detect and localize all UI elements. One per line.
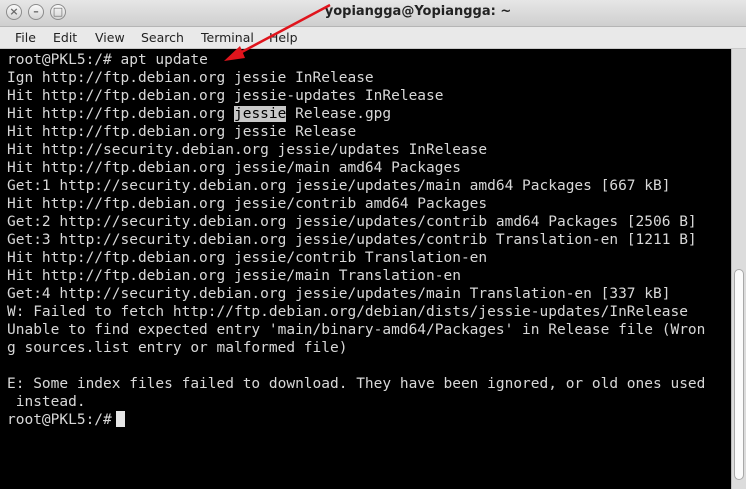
terminal-line: Hit http://ftp.debian.org jessie/main Tr… [7, 268, 461, 284]
terminal-line: Get:4 http://security.debian.org jessie/… [7, 286, 671, 302]
menu-help[interactable]: Help [269, 30, 298, 45]
terminal-line: Get:3 http://security.debian.org jessie/… [7, 232, 697, 248]
selected-text[interactable]: jessie [233, 106, 287, 122]
menu-bar: File Edit View Search Terminal Help [0, 27, 746, 49]
terminal-line: g sources.list entry or malformed file) [7, 340, 348, 356]
scrollbar[interactable] [731, 49, 746, 489]
text-cursor [115, 411, 125, 427]
prompt: root@PKL5:/# [7, 412, 112, 428]
terminal-line: E: Some index files failed to download. … [7, 376, 706, 392]
menu-file[interactable]: File [15, 30, 36, 45]
terminal-line: Unable to find expected entry 'main/bina… [7, 322, 706, 338]
command: apt update [120, 52, 208, 68]
terminal-line: Hit http://ftp.debian.org jessie/contrib… [7, 196, 488, 212]
terminal-output[interactable]: root@PKL5:/# apt update Ign http://ftp.d… [0, 49, 731, 489]
terminal-line: instead. [7, 394, 86, 410]
menu-terminal[interactable]: Terminal [201, 30, 254, 45]
terminal-line: Hit http://security.debian.org jessie/up… [7, 142, 488, 158]
terminal-line: Hit http://ftp.debian.org jessie/main am… [7, 160, 461, 176]
prompt: root@PKL5:/# [7, 52, 121, 68]
current-prompt-line: root@PKL5:/# [7, 411, 125, 429]
terminal-line: Hit http://ftp.debian.org jessie/contrib… [7, 250, 488, 266]
command-line: root@PKL5:/# apt update [7, 51, 208, 69]
title-bar[interactable]: × – □ yopiangga@Yopiangga: ~ [0, 0, 746, 27]
terminal-line: Hit http://ftp.debian.org jessie Release [7, 124, 357, 140]
terminal-line: Hit http://ftp.debian.org jessie Release… [7, 106, 392, 122]
menu-edit[interactable]: Edit [53, 30, 77, 45]
terminal-window: × – □ yopiangga@Yopiangga: ~ File Edit V… [0, 0, 746, 489]
scrollbar-thumb[interactable] [734, 269, 744, 481]
menu-search[interactable]: Search [141, 30, 184, 45]
terminal-line: W: Failed to fetch http://ftp.debian.org… [7, 304, 688, 320]
terminal-line: Hit http://ftp.debian.org jessie-updates… [7, 88, 444, 104]
terminal-line: Get:1 http://security.debian.org jessie/… [7, 178, 671, 194]
menu-view[interactable]: View [95, 30, 125, 45]
window-title: yopiangga@Yopiangga: ~ [324, 4, 512, 19]
terminal-line: Get:2 http://security.debian.org jessie/… [7, 214, 697, 230]
terminal-line: Ign http://ftp.debian.org jessie InRelea… [7, 70, 374, 86]
